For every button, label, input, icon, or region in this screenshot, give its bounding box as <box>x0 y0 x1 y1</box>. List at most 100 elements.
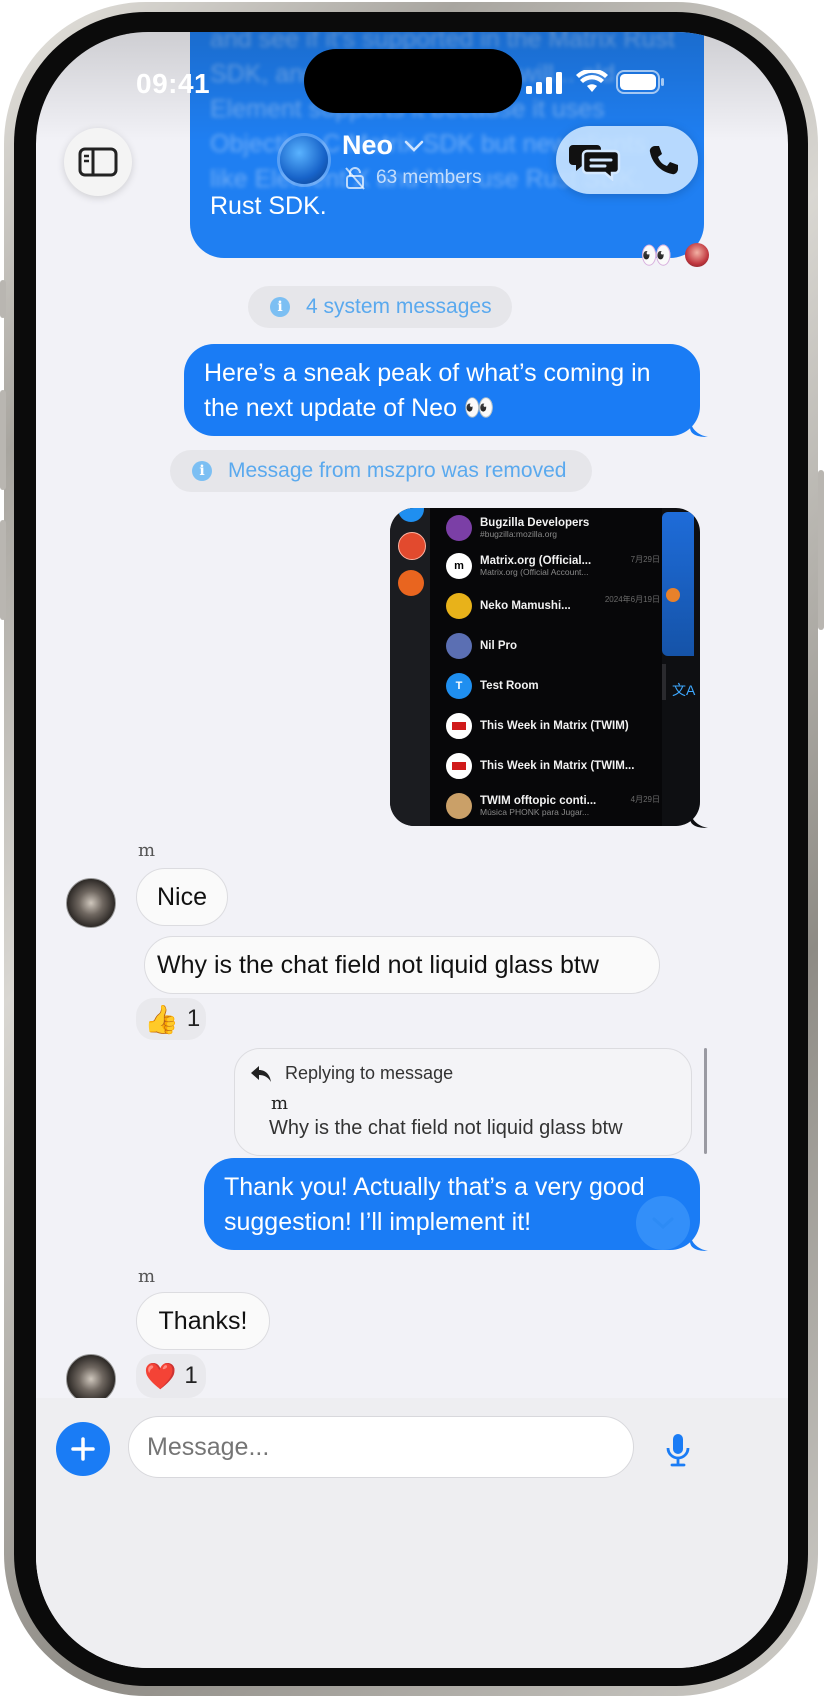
room-name: Nil Pro <box>480 640 518 652</box>
image-attachment[interactable]: 文A Bugzilla Developers #bugzilla:mozilla.… <box>390 508 700 826</box>
room-date: 4月29日 <box>630 795 660 804</box>
scroll-indicator[interactable] <box>704 1048 707 1154</box>
room-item: Nil Pro <box>446 626 666 666</box>
mute-switch <box>0 280 6 318</box>
room-item: This Week in Matrix (TWIM... <box>446 746 666 786</box>
sender-avatar[interactable] <box>66 1354 116 1404</box>
room-item: Neko Mamushi... 2024年6月19日 <box>446 586 666 626</box>
space-icon <box>398 508 424 522</box>
room-avatar <box>446 593 472 619</box>
space-sidebar <box>390 508 432 826</box>
wifi-icon <box>576 68 608 94</box>
bubble-tail <box>690 1231 710 1251</box>
record-dot <box>666 588 680 602</box>
room-name: Neko Mamushi... <box>480 600 571 612</box>
reply-header: Replying to message <box>249 1063 453 1084</box>
volume-up-button <box>0 390 6 490</box>
threads-button[interactable] <box>566 134 624 186</box>
system-messages-label: 4 system messages <box>306 295 492 318</box>
incoming-message[interactable]: Thanks! <box>136 1292 270 1350</box>
voice-message-button[interactable] <box>656 1428 700 1472</box>
room-avatar <box>446 633 472 659</box>
room-avatar <box>446 713 472 739</box>
microphone-icon <box>666 1434 690 1467</box>
member-count-label: 63 members <box>376 167 482 188</box>
sender-name: m <box>138 840 156 861</box>
screen: and see if it's supported in the Matrix … <box>36 32 788 1668</box>
background-chat-bubble <box>662 512 694 656</box>
info-icon: i <box>270 297 290 317</box>
reaction-emoji: 👍 <box>144 1003 179 1035</box>
room-title-button[interactable]: Neo <box>342 130 425 161</box>
removed-message-label: Message from mszpro was removed <box>228 459 567 482</box>
call-button[interactable] <box>642 138 686 182</box>
room-item: T Test Room <box>446 666 666 706</box>
chevron-down-icon <box>404 140 424 152</box>
reaction-thumbs-up[interactable]: 👍 1 <box>136 998 206 1040</box>
incoming-message[interactable]: Why is the chat field not liquid glass b… <box>144 936 660 994</box>
room-avatar: m <box>446 553 472 579</box>
bubble-tail <box>690 808 710 828</box>
reply-preview[interactable]: Replying to message m Why is the chat fi… <box>234 1048 692 1156</box>
room-item: Bugzilla Developers #bugzilla:mozilla.org <box>446 508 666 548</box>
volume-down-button <box>0 520 6 620</box>
room-name: Test Room <box>480 680 539 692</box>
room-avatar[interactable] <box>280 136 328 184</box>
sender-avatar[interactable] <box>66 878 116 928</box>
room-title: Neo <box>342 130 394 160</box>
room-avatar: T <box>446 673 472 699</box>
reply-quote: Why is the chat field not liquid glass b… <box>269 1117 623 1139</box>
room-name: Bugzilla Developers <box>480 517 590 529</box>
dynamic-island <box>304 49 522 113</box>
reaction-count: 1 <box>184 1362 198 1389</box>
space-icon <box>398 570 424 596</box>
eyes-receipt: 👀 <box>640 240 673 270</box>
no-encryption-lock-icon <box>345 167 365 190</box>
room-avatar <box>446 793 472 819</box>
message-input[interactable] <box>128 1416 634 1478</box>
sender-name: m <box>138 1266 156 1287</box>
reaction-heart[interactable]: ❤️ 1 <box>136 1354 206 1398</box>
reply-sender: m <box>271 1093 289 1114</box>
plus-icon <box>71 1437 95 1461</box>
room-date: 7月29日 <box>630 555 660 564</box>
room-name: This Week in Matrix (TWIM) <box>480 720 629 732</box>
reaction-count: 1 <box>186 1005 201 1032</box>
room-name: This Week in Matrix (TWIM... <box>480 760 635 772</box>
room-avatar <box>446 515 472 541</box>
sidebar-toggle-button[interactable] <box>64 128 132 196</box>
info-icon: i <box>192 461 212 481</box>
reply-arrow-icon <box>251 1065 271 1082</box>
bubble-tail <box>690 417 710 437</box>
system-messages-pill[interactable]: i 4 system messages <box>248 286 512 328</box>
room-item: TWIM offtopic conti... Música PHONK para … <box>446 786 666 826</box>
phone-icon <box>649 146 678 175</box>
sidebar-icon <box>78 147 118 177</box>
cellular-signal-icon <box>526 72 564 94</box>
room-subtitle: #bugzilla:mozilla.org <box>480 529 558 539</box>
scroll-to-bottom-button[interactable] <box>636 1196 690 1250</box>
room-avatar <box>446 753 472 779</box>
add-attachment-button[interactable] <box>56 1422 110 1476</box>
outgoing-message[interactable]: Thank you! Actually that’s a very good s… <box>204 1158 700 1250</box>
room-subtitle: Matrix.org (Official Account... <box>480 567 589 577</box>
room-item: m Matrix.org (Official... Matrix.org (Off… <box>446 546 666 586</box>
reaction-emoji: ❤️ <box>144 1360 177 1391</box>
room-name: TWIM offtopic conti... <box>480 795 597 807</box>
power-button <box>818 470 824 630</box>
room-name: Matrix.org (Official... <box>480 555 592 567</box>
room-subtitle: Música PHONK para Jugar... <box>480 807 590 817</box>
reply-header-label: Replying to message <box>285 1063 454 1083</box>
reader-avatar[interactable] <box>685 243 709 267</box>
translate-icon: 文A <box>672 682 696 698</box>
room-date: 2024年6月19日 <box>604 595 660 604</box>
battery-icon <box>616 70 666 94</box>
incoming-message[interactable]: Nice <box>136 868 228 926</box>
status-time: 09:41 <box>136 68 211 99</box>
member-count: 63 members <box>344 166 482 190</box>
outgoing-message[interactable]: Here’s a sneak peak of what’s coming in … <box>184 344 700 436</box>
header-actions <box>556 126 698 194</box>
room-item: This Week in Matrix (TWIM) <box>446 706 666 746</box>
removed-message-pill: i Message from mszpro was removed <box>170 450 592 492</box>
previous-message-last-line: Rust SDK. <box>210 192 327 220</box>
